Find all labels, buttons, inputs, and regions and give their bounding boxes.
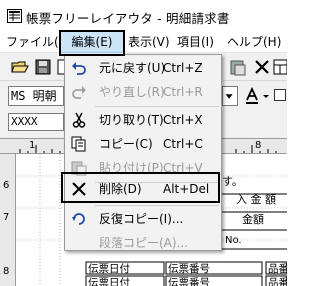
menu-item-shortcut: Ctrl+C [163, 137, 203, 151]
text-color-icon[interactable] [244, 86, 260, 106]
menu-item-redo[interactable]: やり直し(R) Ctrl+R [65, 80, 221, 104]
paste-icon[interactable] [228, 57, 248, 77]
table-header-cell: 伝票番号 [168, 263, 210, 275]
menu-item-label: 切り取り(T) [99, 113, 164, 127]
edit-menu-dropdown: 元に戻す(U) Ctrl+Z やり直し(R) Ctrl+R 切り取り(T) Ct… [64, 54, 222, 251]
form-text: 金額 [242, 213, 264, 226]
menu-item-label: 段落コピー(A)... [99, 236, 189, 250]
form-text: す。 [222, 175, 243, 188]
menu-item-repeat-copy[interactable]: 反復コピー(I)... [65, 207, 221, 231]
chevron-down-icon[interactable] [262, 86, 270, 106]
menu-item-label: コピー(C) [99, 137, 153, 151]
ruler-mark: 8 [255, 140, 262, 151]
form-text: No. [225, 235, 242, 246]
window-title: 帳票フリーレイアウタ - 明細請求書 [26, 11, 230, 26]
undo-icon [72, 62, 86, 75]
menu-item[interactable]: 項目(I) [177, 31, 214, 53]
form-text: 入 金 額 [236, 193, 276, 206]
font-name-field[interactable]: MS 明朝 [8, 86, 64, 106]
menu-item-paragraph-copy[interactable]: 段落コピー(A)... [65, 231, 221, 255]
open-icon[interactable] [10, 57, 30, 77]
table-header-cell: 伝票日付 [88, 263, 130, 275]
menu-item-label: 元に戻す(U) [99, 61, 166, 75]
table-header-cell: 伝票番号 [168, 277, 210, 286]
menu-separator [95, 205, 219, 206]
save-icon[interactable] [33, 57, 53, 77]
table-header-cell: 品番 [268, 277, 287, 286]
close-icon[interactable] [252, 57, 272, 77]
text-value-field[interactable]: XXXX [8, 113, 64, 131]
menu-help[interactable]: ヘルプ(H) [227, 31, 281, 53]
menu-bar: ファイル(F) 編集(E) 表示(V) 項目(I) ヘルプ(H) [0, 31, 287, 53]
copy-icon [71, 136, 86, 152]
repeat-copy-icon [72, 213, 85, 225]
menu-view[interactable]: 表示(V) [128, 31, 170, 53]
menu-item-cut[interactable]: 切り取り(T) Ctrl+X [65, 108, 221, 132]
menu-item-label: 反復コピー(I)... [99, 212, 184, 226]
table-header-cell: 伝票日付 [88, 277, 130, 286]
menu-item-label: やり直し(R) [99, 85, 165, 99]
chevron-down-icon[interactable] [222, 86, 238, 106]
menu-item-shortcut: Ctrl+X [163, 113, 203, 127]
title-bar: 帳票フリーレイアウタ - 明細請求書 [0, 0, 287, 31]
menu-item-shortcut: Ctrl+Z [163, 61, 203, 75]
scissors-icon [72, 112, 86, 128]
ruler-mark: 1 [29, 140, 36, 151]
menu-item-undo[interactable]: 元に戻す(U) Ctrl+Z [65, 56, 221, 80]
redo-icon [72, 86, 86, 99]
app-icon [7, 9, 22, 23]
option-checkbox[interactable] [274, 89, 286, 101]
layout-icon[interactable] [272, 57, 287, 77]
delete-item-highlight [61, 172, 220, 203]
menu-item-shortcut: Ctrl+R [163, 85, 203, 99]
menu-item-copy[interactable]: コピー(C) Ctrl+C [65, 132, 221, 156]
menu-separator [95, 106, 219, 107]
edit-menu-highlight [59, 30, 125, 56]
app-window: 帳票フリーレイアウタ - 明細請求書 ファイル(F) 編集(E) 表示(V) 項… [0, 0, 287, 286]
table-header-cell: 品番 [268, 263, 287, 275]
